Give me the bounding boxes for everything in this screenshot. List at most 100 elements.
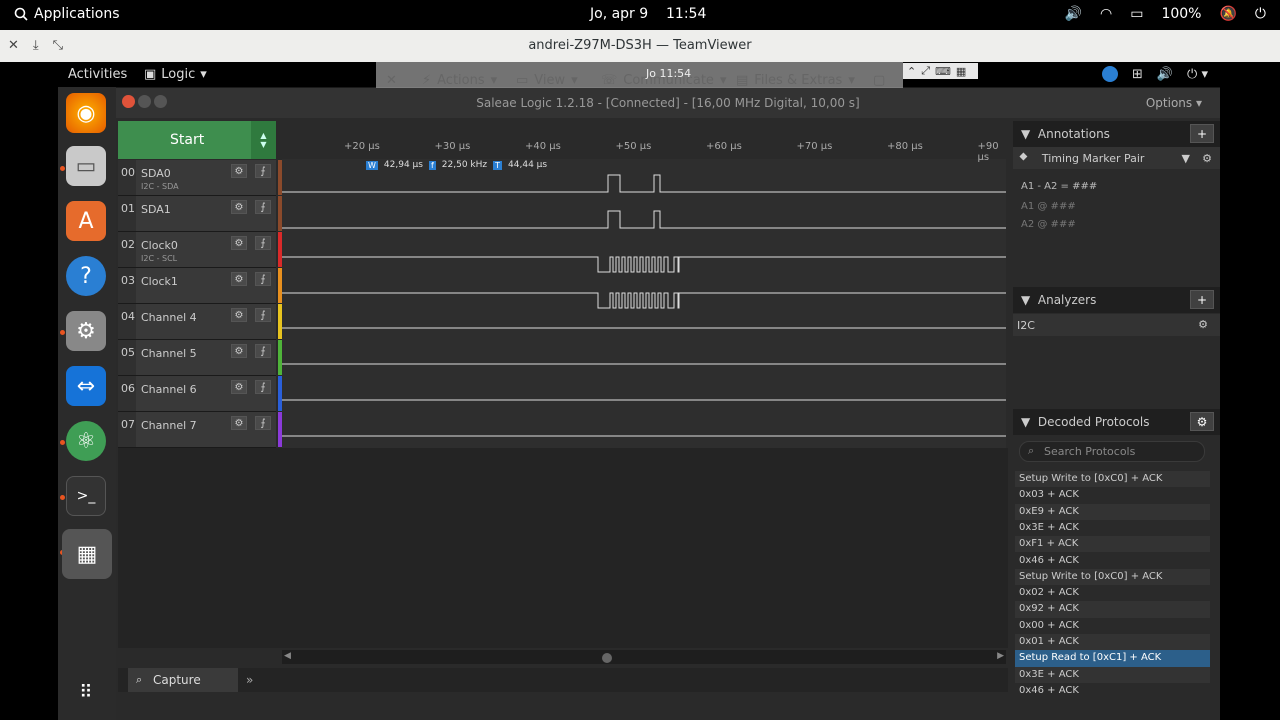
gear-icon[interactable]: ⚙ bbox=[231, 200, 247, 214]
notifications-off-icon[interactable]: 🔕 bbox=[1219, 6, 1236, 22]
decoded-row[interactable]: Setup Write to [0xC0] + ACK bbox=[1015, 568, 1210, 586]
atom-icon[interactable]: ⚛ bbox=[66, 421, 106, 461]
expand-tabs-icon[interactable]: » bbox=[246, 673, 253, 687]
gear-icon[interactable]: ⚙ bbox=[231, 272, 247, 286]
trigger-icon[interactable]: ⨍ bbox=[255, 200, 271, 214]
start-options-arrows[interactable]: ▲ ▼ bbox=[251, 121, 276, 159]
decoded-row[interactable]: 0x46 + ACK bbox=[1015, 683, 1210, 693]
trigger-icon[interactable]: ⨍ bbox=[255, 164, 271, 178]
channel-row[interactable]: 02 Clock0 I2C - SCL ⚙ ⨍ bbox=[118, 232, 283, 268]
gear-icon[interactable]: ⚙ bbox=[1198, 318, 1208, 331]
decoded-row[interactable]: 0x03 + ACK bbox=[1015, 487, 1210, 503]
keyboard-icon[interactable]: ⌨ bbox=[935, 65, 951, 78]
windows-icon[interactable]: ▢ bbox=[873, 73, 885, 88]
view-menu[interactable]: ▭ View ▾ bbox=[516, 73, 578, 88]
add-analyzer-button[interactable]: + bbox=[1190, 290, 1214, 309]
scroll-thumb[interactable] bbox=[602, 653, 612, 663]
grid-icon[interactable]: ▦ bbox=[956, 65, 966, 78]
chevron-up-icon[interactable]: ⌃ bbox=[907, 65, 916, 78]
chevron-down-icon[interactable]: ▼ bbox=[1182, 152, 1190, 165]
channel-name[interactable]: SDA0 bbox=[141, 167, 171, 180]
decoded-row[interactable]: 0x92 + ACK bbox=[1015, 601, 1210, 618]
channel-row[interactable]: 03 Clock1 ⚙ ⨍ bbox=[118, 268, 283, 304]
add-annotation-button[interactable]: + bbox=[1190, 124, 1214, 143]
gear-icon[interactable]: ⚙ bbox=[231, 344, 247, 358]
decoded-row[interactable]: 0x46 + ACK bbox=[1015, 553, 1210, 569]
decoded-row[interactable]: 0x00 + ACK bbox=[1015, 618, 1210, 634]
decoded-row[interactable]: 0x3E + ACK bbox=[1015, 666, 1210, 683]
trigger-icon[interactable]: ⨍ bbox=[255, 344, 271, 358]
decoded-row[interactable]: Setup Read to [0xC1] + ACK bbox=[1015, 650, 1210, 667]
horizontal-scrollbar[interactable]: ◀ ▶ bbox=[282, 650, 1006, 664]
files-menu[interactable]: ▤ Files & Extras ▾ bbox=[736, 73, 855, 88]
decoded-row[interactable]: Setup Write to [0xC0] + ACK bbox=[1015, 471, 1210, 488]
channel-name[interactable]: Channel 4 bbox=[141, 311, 197, 324]
channel-row[interactable]: 06 Channel 6 ⚙ ⨍ bbox=[118, 376, 283, 412]
collapse-icon[interactable]: ▼ bbox=[1021, 293, 1030, 307]
gear-icon[interactable]: ⚙ bbox=[231, 236, 247, 250]
help-icon[interactable]: ? bbox=[66, 256, 106, 296]
options-menu[interactable]: Options ▾ bbox=[1146, 96, 1202, 110]
decoded-row[interactable]: 0x3E + ACK bbox=[1015, 520, 1210, 536]
gear-icon[interactable]: ⚙ bbox=[231, 164, 247, 178]
start-button[interactable]: Start ▲ ▼ bbox=[118, 121, 276, 159]
app-menu[interactable]: ▣ Logic ▾ bbox=[144, 67, 207, 82]
trigger-icon[interactable]: ⨍ bbox=[255, 416, 271, 430]
power-icon[interactable]: ⏻ bbox=[1255, 6, 1266, 22]
close-session-icon[interactable]: ✕ bbox=[386, 73, 397, 88]
trigger-icon[interactable]: ⨍ bbox=[255, 236, 271, 250]
decoded-row[interactable]: 0x01 + ACK bbox=[1015, 634, 1210, 651]
network-icon[interactable]: ⊞ bbox=[1132, 67, 1143, 82]
channel-name[interactable]: Clock0 bbox=[141, 239, 178, 252]
terminal-icon[interactable]: >_ bbox=[66, 476, 106, 516]
channel-row[interactable]: 01 SDA1 ⚙ ⨍ bbox=[118, 196, 283, 232]
gear-icon[interactable]: ⚙ bbox=[231, 380, 247, 394]
scroll-left-icon[interactable]: ◀ bbox=[284, 651, 291, 661]
gear-icon[interactable]: ⚙ bbox=[1202, 152, 1212, 165]
wifi-icon[interactable]: ◠ bbox=[1100, 6, 1112, 22]
gear-icon[interactable]: ⚙ bbox=[231, 308, 247, 322]
logic-app-icon[interactable]: ▦ bbox=[62, 529, 112, 579]
gear-icon[interactable]: ⚙ bbox=[231, 416, 247, 430]
decoded-row[interactable]: 0xE9 + ACK bbox=[1015, 503, 1210, 520]
channel-row[interactable]: 05 Channel 5 ⚙ ⨍ bbox=[118, 340, 283, 376]
files-icon[interactable]: ▭ bbox=[66, 146, 106, 186]
capture-tab[interactable]: ⌕ Capture » bbox=[128, 668, 253, 692]
actions-menu[interactable]: ⚡ Actions ▾ bbox=[422, 73, 497, 88]
waveform-area[interactable]: +20 µs +30 µs +40 µs +50 µs +60 µs +70 µs +80 … bbox=[282, 121, 1006, 448]
decoded-row[interactable]: 0xF1 + ACK bbox=[1015, 536, 1210, 553]
channel-name[interactable]: Clock1 bbox=[141, 275, 178, 288]
remote-desktop[interactable]: Activities ▣ Logic ▾ ⊞ 🔊 ⏻ ▾ ✕ ⚡ Actions ▾ ▭… bbox=[58, 62, 1220, 720]
expand-icon[interactable]: ⤢ bbox=[921, 64, 930, 78]
firefox-icon[interactable]: ◉ bbox=[66, 93, 106, 133]
clock[interactable]: Jo, apr 9 11:54 bbox=[590, 6, 706, 22]
timing-marker-row[interactable]: ⯁ Timing Marker Pair ▼ ⚙ bbox=[1013, 147, 1220, 169]
channel-name[interactable]: Channel 5 bbox=[141, 347, 197, 360]
decoded-row[interactable]: 0x02 + ACK bbox=[1015, 585, 1210, 601]
channel-row[interactable]: 04 Channel 4 ⚙ ⨍ bbox=[118, 304, 283, 340]
software-icon[interactable]: A bbox=[66, 201, 106, 241]
trigger-icon[interactable]: ⨍ bbox=[255, 272, 271, 286]
channel-name[interactable]: Channel 6 bbox=[141, 383, 197, 396]
channel-name[interactable]: Channel 7 bbox=[141, 419, 197, 432]
channel-row[interactable]: 00 SDA0 I2C - SDA ⚙ ⨍ bbox=[118, 160, 283, 196]
trigger-icon[interactable]: ⨍ bbox=[255, 380, 271, 394]
search-protocols-input[interactable]: ⌕ Search Protocols bbox=[1019, 441, 1205, 462]
settings-icon[interactable]: ⚙ bbox=[66, 311, 106, 351]
volume-icon[interactable]: 🔊 bbox=[1065, 6, 1082, 22]
teamviewer-tray-icon[interactable] bbox=[1101, 66, 1118, 82]
collapse-icon[interactable]: ▼ bbox=[1021, 127, 1030, 141]
activities-button[interactable]: Activities bbox=[68, 67, 127, 82]
teamviewer-icon[interactable]: ⇔ bbox=[66, 366, 106, 406]
applications-menu[interactable]: Applications bbox=[14, 6, 120, 22]
scroll-right-icon[interactable]: ▶ bbox=[997, 651, 1004, 661]
channel-row[interactable]: 07 Channel 7 ⚙ ⨍ bbox=[118, 412, 283, 448]
decoded-settings-button[interactable]: ⚙ bbox=[1190, 412, 1214, 431]
collapse-icon[interactable]: ▼ bbox=[1021, 415, 1030, 429]
analyzer-item[interactable]: I2C ⚙ bbox=[1013, 314, 1220, 336]
power-icon[interactable]: ⏻ ▾ bbox=[1187, 67, 1208, 82]
battery-icon[interactable]: ▭ bbox=[1130, 6, 1143, 22]
show-apps-icon[interactable]: ⠿ bbox=[66, 672, 106, 712]
channel-name[interactable]: SDA1 bbox=[141, 203, 171, 216]
volume-icon[interactable]: 🔊 bbox=[1157, 67, 1173, 82]
